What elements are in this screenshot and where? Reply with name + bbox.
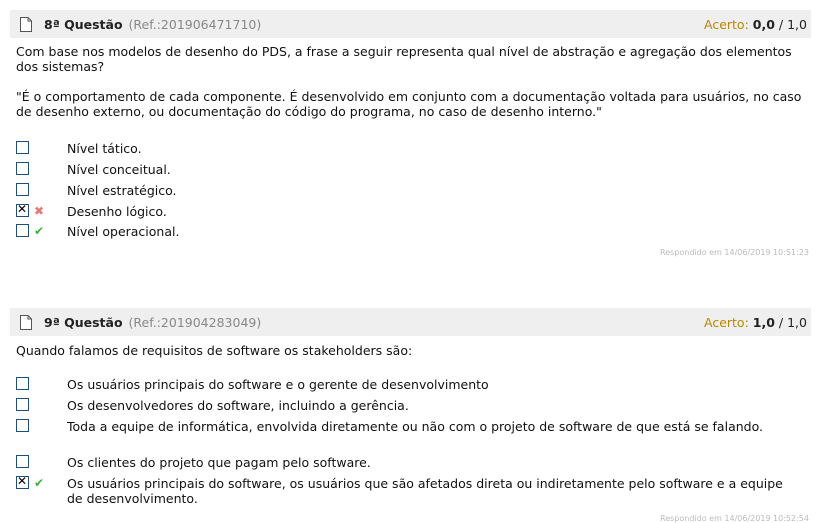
option-checkbox[interactable] xyxy=(16,455,29,468)
option-checkbox-checked[interactable] xyxy=(16,474,29,489)
option-label: Nível estratégico. xyxy=(67,183,177,198)
question-title: 8ª Questão xyxy=(44,16,123,32)
question-ref: (Ref.:201904283049) xyxy=(128,314,262,330)
correct-answer-icon: ✔ xyxy=(33,476,45,490)
score: Acerto: 1,0 / 1,0 xyxy=(704,315,807,330)
document-icon xyxy=(20,16,32,32)
option-row[interactable]: ✖ Desenho lógico. xyxy=(16,202,806,219)
option-checkbox[interactable] xyxy=(16,162,29,175)
question-prompt: Quando falamos de requisitos de software… xyxy=(16,343,413,358)
option-checkbox[interactable] xyxy=(16,398,29,411)
document-icon xyxy=(20,314,32,330)
option-label: Desenho lógico. xyxy=(67,204,167,219)
option-label: Os usuários principais do software, os u… xyxy=(67,476,783,506)
option-label: Os clientes do projeto que pagam pelo so… xyxy=(67,455,371,470)
option-checkbox[interactable] xyxy=(16,141,29,154)
option-label: Nível operacional. xyxy=(67,224,180,239)
question-title: 9ª Questão xyxy=(44,314,123,330)
option-checkbox-checked[interactable] xyxy=(16,202,29,217)
score-total: / 1,0 xyxy=(778,314,807,330)
score-total: / 1,0 xyxy=(778,16,807,32)
question-9-header: 9ª Questão (Ref.:201904283049) Acerto: 1… xyxy=(10,308,811,336)
score-label: Acerto: xyxy=(704,16,749,32)
option-row[interactable]: Os clientes do projeto que pagam pelo so… xyxy=(16,455,806,470)
question-ref: (Ref.:201906471710) xyxy=(128,16,262,32)
option-checkbox[interactable] xyxy=(16,183,29,196)
option-checkbox[interactable] xyxy=(16,419,29,432)
option-label: Toda a equipe de informática, envolvida … xyxy=(67,419,763,434)
option-row[interactable]: Os desenvolvedores do software, incluind… xyxy=(16,398,806,413)
option-label: Nível tático. xyxy=(67,141,142,156)
question-prompt: Com base nos modelos de desenho do PDS, … xyxy=(16,44,792,74)
score-value: 1,0 xyxy=(752,314,775,330)
option-row[interactable]: Os usuários principais do software e o g… xyxy=(16,377,806,392)
question-8-header: 8ª Questão (Ref.:201906471710) Acerto: 0… xyxy=(10,10,811,38)
option-label: Os usuários principais do software e o g… xyxy=(67,377,489,392)
wrong-answer-icon: ✖ xyxy=(33,204,45,218)
question-quote: "É o comportamento de cada componente. É… xyxy=(16,89,802,119)
option-row[interactable]: ✔ Os usuários principais do software, os… xyxy=(16,474,796,506)
score: Acerto: 0,0 / 1,0 xyxy=(704,17,807,32)
option-row[interactable]: Nível conceitual. xyxy=(16,162,806,177)
option-row[interactable]: Toda a equipe de informática, envolvida … xyxy=(16,419,776,434)
option-label: Nível conceitual. xyxy=(67,162,171,177)
correct-answer-icon: ✔ xyxy=(33,224,45,238)
option-row[interactable]: ✔ Nível operacional. xyxy=(16,224,806,239)
option-checkbox[interactable] xyxy=(16,377,29,390)
score-label: Acerto: xyxy=(704,314,749,330)
score-value: 0,0 xyxy=(752,16,775,32)
option-checkbox[interactable] xyxy=(16,224,29,237)
option-label: Os desenvolvedores do software, incluind… xyxy=(67,398,409,413)
answered-timestamp: Respondido em 14/06/2019 10:51:23 xyxy=(660,248,809,257)
option-row[interactable]: Nível estratégico. xyxy=(16,183,806,198)
option-row[interactable]: Nível tático. xyxy=(16,141,806,156)
